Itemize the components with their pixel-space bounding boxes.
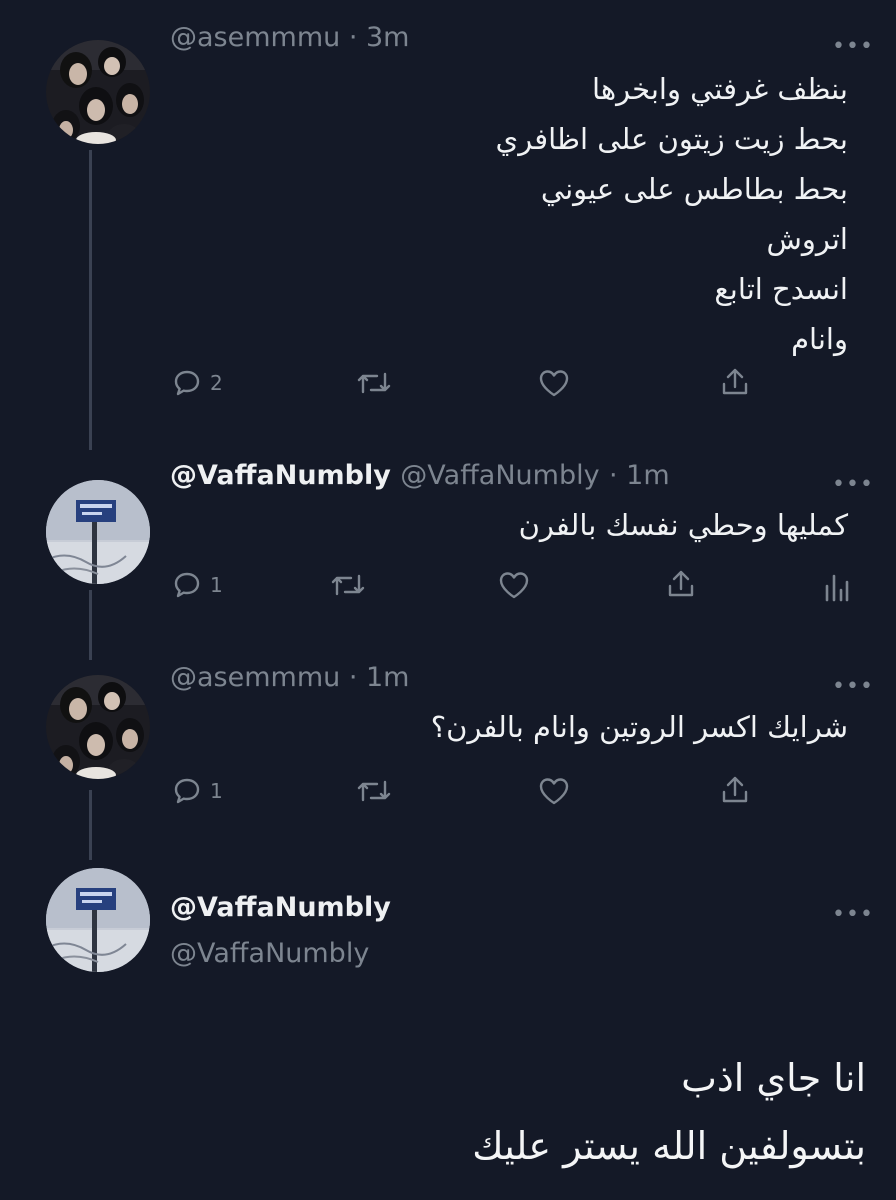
reply-count: 1 [210, 779, 223, 803]
share-icon [668, 570, 694, 597]
reply-icon [174, 778, 200, 804]
tweet-header: @asemmmu · 1m [170, 662, 410, 693]
share-icon [722, 368, 748, 395]
share-icon [722, 776, 748, 803]
avatar[interactable] [46, 868, 150, 972]
retweet-button[interactable] [356, 368, 392, 398]
thread-line [89, 790, 92, 860]
tweet-line: وانام [791, 322, 848, 356]
thread-line [89, 150, 92, 450]
user-handle[interactable]: @asemmmu [170, 662, 340, 693]
share-button[interactable] [720, 366, 750, 398]
reply-icon [174, 370, 200, 396]
tweet-text: شرايك اكسر الروتين وانام بالفرن؟ [431, 702, 848, 752]
user-handle[interactable]: @VaffaNumbly [400, 460, 599, 491]
like-button[interactable] [498, 570, 530, 600]
caption-line: بتسولفين الله يستر عليك [472, 1124, 866, 1168]
tweet-line: بحط بطاطس على عيوني [540, 172, 848, 206]
thread-line [89, 590, 92, 660]
retweet-icon [357, 372, 391, 394]
tweet-header: @asemmmu · 3m [170, 22, 410, 53]
user-handle[interactable]: @VaffaNumbly [170, 938, 369, 969]
avatar[interactable] [46, 675, 150, 779]
display-name[interactable]: @VaffaNumbly [170, 460, 391, 491]
tweet-line: كمليها وحطي نفسك بالفرن [518, 508, 848, 542]
like-button[interactable] [538, 776, 570, 806]
share-button[interactable] [666, 568, 696, 600]
more-icon[interactable]: ••• [832, 474, 874, 496]
timestamp[interactable]: · 1m [349, 662, 410, 693]
avatar[interactable] [46, 40, 150, 144]
tweet-text: بنظف غرفتي وابخرها بحط زيت زيتون على اظا… [496, 64, 848, 364]
share-button[interactable] [720, 774, 750, 806]
more-icon[interactable]: ••• [832, 36, 874, 58]
reply-count: 2 [210, 371, 223, 395]
tweet-line: شرايك اكسر الروتين وانام بالفرن؟ [430, 710, 848, 744]
analytics-icon [825, 574, 849, 602]
reply-button[interactable]: 1 [172, 776, 223, 806]
retweet-button[interactable] [330, 570, 366, 600]
tweet-line: انسدح اتابع [714, 272, 848, 306]
like-icon [539, 778, 569, 805]
reply-icon [174, 572, 200, 598]
like-icon [539, 370, 569, 397]
retweet-button[interactable] [356, 776, 392, 806]
analytics-button[interactable] [822, 570, 850, 602]
more-icon[interactable]: ••• [832, 676, 874, 698]
retweet-icon [331, 574, 365, 596]
timestamp[interactable]: · 1m [609, 460, 670, 491]
tweet-header: @VaffaNumbly @VaffaNumbly · 1m [170, 460, 670, 491]
reply-button[interactable]: 2 [172, 368, 223, 398]
retweet-icon [357, 780, 391, 802]
tweet-text: كمليها وحطي نفسك بالفرن [519, 500, 848, 550]
thread-screenshot: @asemmmu · 3m ••• بنظف غرفتي وابخرها بحط… [0, 0, 896, 1200]
tweet-line: بحط زيت زيتون على اظافري [495, 122, 848, 156]
timestamp[interactable]: · 3m [349, 22, 410, 53]
reply-count: 1 [210, 573, 223, 597]
avatar[interactable] [46, 480, 150, 584]
like-icon [499, 572, 529, 599]
caption-line: انا جاي اذب [681, 1056, 866, 1100]
reply-button[interactable]: 1 [172, 570, 223, 600]
display-name[interactable]: @VaffaNumbly [170, 892, 391, 923]
tweet-line: بنظف غرفتي وابخرها [591, 72, 848, 106]
like-button[interactable] [538, 368, 570, 398]
more-icon[interactable]: ••• [832, 904, 874, 926]
user-handle[interactable]: @asemmmu [170, 22, 340, 53]
tweet-line: اتروش [766, 222, 848, 256]
